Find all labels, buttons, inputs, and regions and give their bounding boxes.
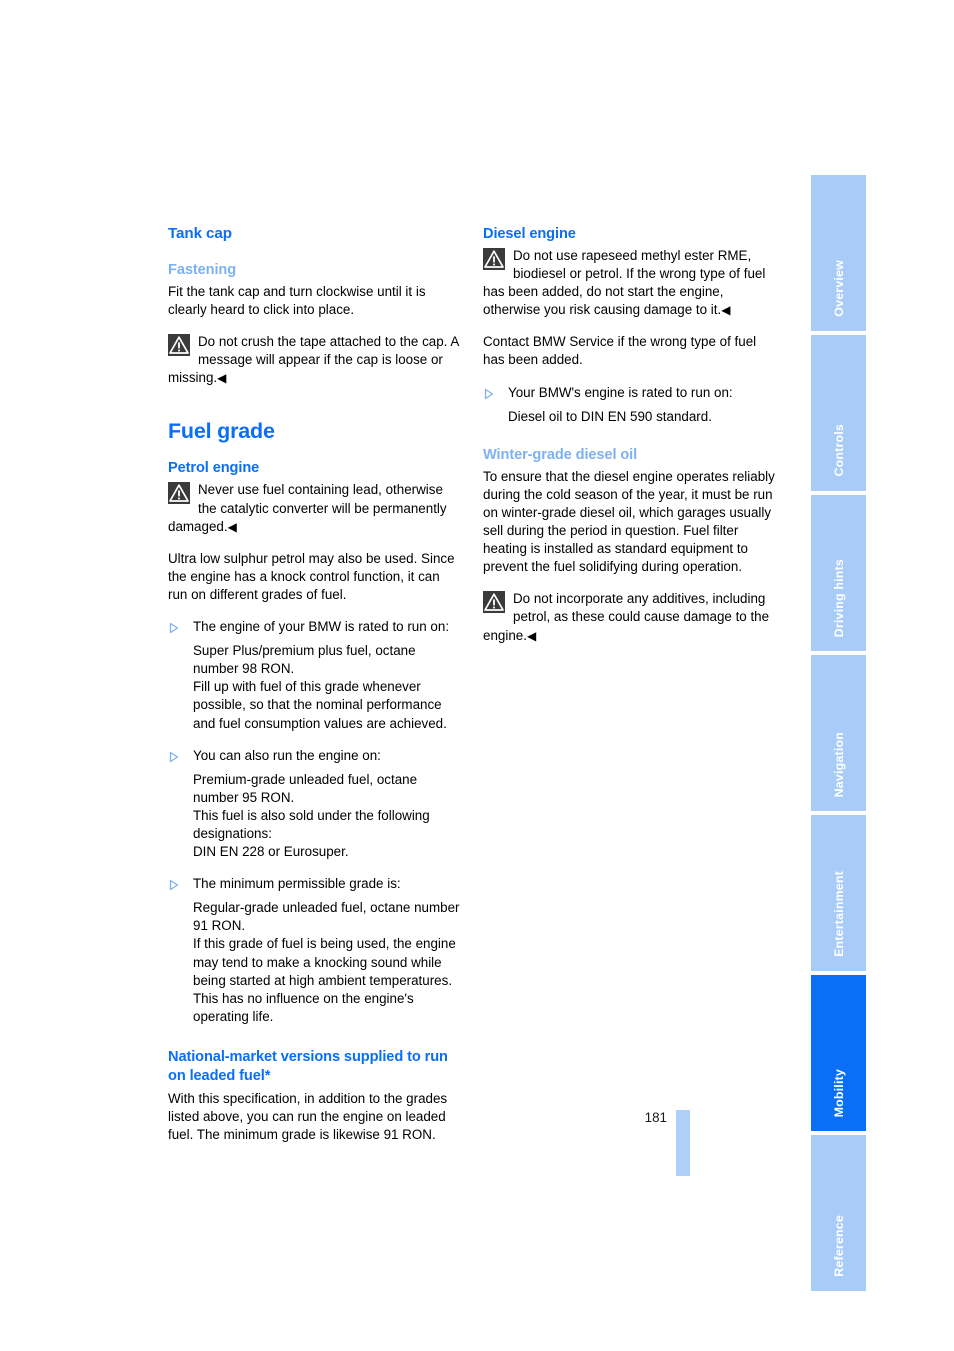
paragraph-diesel-service: Contact BMW Service if the wrong type of… xyxy=(483,334,757,368)
subheading-fastening: Fastening xyxy=(168,262,237,278)
tab-entertainment[interactable]: Entertainment xyxy=(811,815,866,971)
tab-label: Entertainment xyxy=(831,871,846,957)
warning-triangle-icon xyxy=(168,482,190,505)
tab-label: Reference xyxy=(831,1215,846,1277)
paragraph-petrol-engine: Ultra low sulphur petrol may also be use… xyxy=(168,550,455,602)
warning-note-petrol: Never use fuel containing lead, otherwis… xyxy=(168,481,461,535)
warning-note-text: Do not incorporate any additives, includ… xyxy=(483,591,770,643)
chapter-title-fuel-grade: Fuel grade xyxy=(168,419,275,444)
chapter-tab-rail[interactable]: Overview Controls Driving hints Navigation E… xyxy=(811,175,866,1291)
list-item-detail: Regular-grade unleaded fuel, octane numb… xyxy=(193,900,460,1024)
list-item-lead: The engine of your BMW is rated to run o… xyxy=(193,619,450,635)
paragraph-leaded-fuel: With this specification, in addition to … xyxy=(168,1090,448,1143)
subheading-petrol-engine: Petrol engine xyxy=(168,460,260,477)
tab-driving-hints[interactable]: Driving hints xyxy=(811,495,866,651)
note-end-marker: ◀ xyxy=(526,628,537,643)
list-item: The minimum permissible grade is: xyxy=(168,875,461,893)
list-item: Your BMW's engine is rated to run on: xyxy=(483,384,776,402)
triangle-right-bullet-icon xyxy=(168,621,180,634)
subheading-diesel-engine: Diesel engine xyxy=(483,226,576,242)
tab-mobility[interactable]: Mobility xyxy=(811,975,866,1131)
tab-label: Controls xyxy=(831,424,846,477)
manual-page: Tank cap Fastening Fit the tank cap and … xyxy=(0,0,954,1351)
note-end-marker: ◀ xyxy=(227,519,237,534)
page-title: Tank cap xyxy=(168,225,232,242)
list-item: You can also run the engine on: xyxy=(168,747,461,765)
note-end-marker: ◀ xyxy=(217,371,227,386)
tab-label: Driving hints xyxy=(831,558,846,637)
subheading-winter-diesel: Winter-grade diesel oil xyxy=(483,446,638,463)
tab-reference[interactable]: Reference xyxy=(811,1135,866,1291)
right-text-column: Diesel engine Do not use rapeseed methyl… xyxy=(483,225,776,659)
warning-triangle-icon xyxy=(483,591,505,614)
warning-note-tank-cap: Do not crush the tape attached to the ca… xyxy=(168,333,461,387)
paragraph-fastening: Fit the tank cap and turn clockwise unti… xyxy=(168,284,426,318)
warning-note-text: Never use fuel containing lead, otherwis… xyxy=(168,482,447,534)
warning-note-diesel: Do not use rapeseed methyl ester RME, bi… xyxy=(483,247,776,319)
tab-label: Navigation xyxy=(831,731,846,797)
tab-navigation[interactable]: Navigation xyxy=(811,655,866,811)
list-item-detail: Premium-grade unleaded fuel, octane numb… xyxy=(193,771,430,860)
paragraph-winter-diesel: To ensure that the diesel engine operate… xyxy=(483,468,775,575)
list-item-detail: Super Plus/premium plus fuel, octane num… xyxy=(193,643,447,731)
triangle-right-bullet-icon xyxy=(483,387,495,399)
tab-label: Mobility xyxy=(831,1068,846,1117)
list-item: The engine of your BMW is rated to run o… xyxy=(168,618,461,636)
tab-overview[interactable]: Overview xyxy=(811,175,866,331)
list-item-lead: The minimum permissible grade is: xyxy=(193,876,401,892)
list-item-detail: Diesel oil to DIN EN 590 standard. xyxy=(508,408,712,424)
note-end-marker: ◀ xyxy=(721,303,731,318)
warning-note-text: Do not crush the tape attached to the ca… xyxy=(168,334,459,386)
warning-triangle-icon xyxy=(483,248,505,270)
tab-label: Overview xyxy=(831,260,846,317)
list-item-lead: You can also run the engine on: xyxy=(193,747,381,763)
warning-triangle-icon xyxy=(168,334,190,357)
page-number-bar xyxy=(676,1110,690,1176)
triangle-right-bullet-icon xyxy=(168,750,180,762)
page-number: 181 xyxy=(644,1110,667,1125)
tab-controls[interactable]: Controls xyxy=(811,335,866,491)
left-text-column: Tank cap Fastening Fit the tank cap and … xyxy=(168,225,461,1158)
warning-note-additives: Do not incorporate any additives, includ… xyxy=(483,590,776,644)
subheading-leaded-fuel: National-market versions supplied to run… xyxy=(168,1048,448,1084)
triangle-right-bullet-icon xyxy=(168,878,180,891)
list-item-lead: Your BMW's engine is rated to run on: xyxy=(508,384,733,400)
